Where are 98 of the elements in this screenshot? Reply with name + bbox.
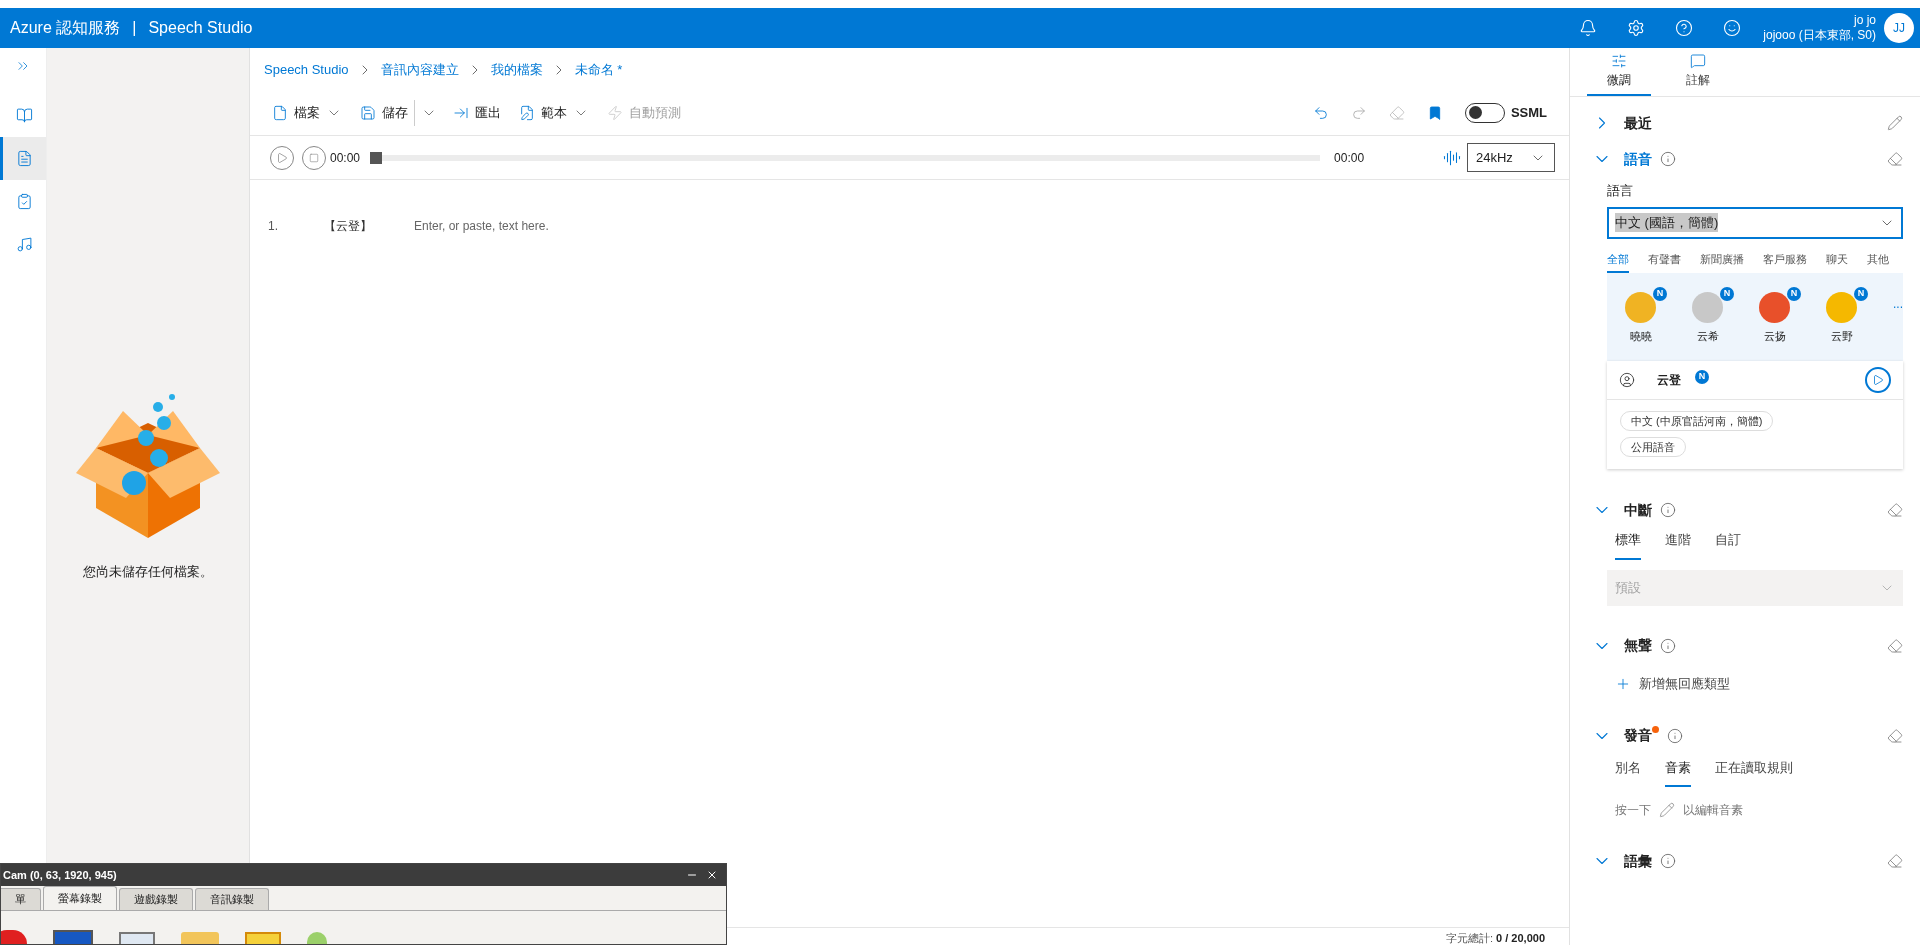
pencil-icon bbox=[1659, 802, 1675, 818]
brand-title[interactable]: Azure 認知服務 bbox=[10, 16, 121, 40]
eraser-icon[interactable] bbox=[1887, 727, 1903, 744]
info-icon[interactable] bbox=[1660, 853, 1676, 869]
ssml-toggle[interactable] bbox=[1464, 102, 1505, 123]
info-icon[interactable] bbox=[1667, 727, 1683, 744]
user-account: jojooo (日本東部, S0) bbox=[1763, 28, 1876, 43]
category-tab[interactable]: 有聲書 bbox=[1648, 250, 1681, 273]
category-tab[interactable]: 新聞廣播 bbox=[1700, 250, 1744, 273]
add-silence-type-button[interactable]: 新增無回應類型 bbox=[1615, 667, 1730, 700]
nav-icon bbox=[16, 193, 33, 210]
ssml-label: SSML bbox=[1510, 103, 1547, 122]
nav-icon bbox=[16, 107, 33, 124]
new-badge: N bbox=[1720, 287, 1734, 301]
character-count-label: 字元總計: bbox=[1446, 932, 1494, 945]
play-icon bbox=[276, 151, 288, 164]
feedback-icon[interactable] bbox=[1723, 19, 1742, 37]
breadcrumb-link[interactable]: 我的檔案 bbox=[490, 60, 543, 80]
breadcrumb-link[interactable]: 未命名 * bbox=[574, 60, 623, 80]
section-title: 語彙 bbox=[1624, 851, 1652, 871]
user-name: jo jo bbox=[1854, 13, 1876, 28]
play-icon bbox=[1872, 374, 1884, 386]
tab[interactable]: 別名 bbox=[1615, 757, 1641, 787]
toolbar-button[interactable]: 儲存 bbox=[356, 97, 412, 128]
title-separator: | bbox=[132, 18, 137, 38]
preview-play-button[interactable] bbox=[1865, 367, 1891, 393]
section-title: 最近 bbox=[1624, 113, 1652, 133]
recorder-tab[interactable]: 單 bbox=[1, 888, 41, 910]
toolbar-button[interactable]: 匯出 bbox=[449, 97, 505, 128]
sample-rate-dropdown[interactable]: 24kHz bbox=[1467, 143, 1555, 172]
hint-text: 以編輯音素 bbox=[1683, 802, 1743, 819]
toolbar-button[interactable]: 檔案 bbox=[268, 97, 346, 128]
breadcrumb-link[interactable]: 音訊內容建立 bbox=[380, 60, 459, 80]
breadcrumb-link[interactable]: Speech Studio bbox=[264, 60, 349, 80]
language-dropdown[interactable]: 中文 (國語，簡體) bbox=[1607, 206, 1903, 239]
chat-icon bbox=[1690, 53, 1706, 69]
stop-icon bbox=[309, 152, 319, 163]
section-title: 發音 bbox=[1624, 726, 1652, 745]
current-time: 00:00 bbox=[330, 149, 361, 167]
toolbar-icon bbox=[360, 104, 376, 121]
category-tab[interactable]: 客戶服務 bbox=[1763, 250, 1807, 273]
panel-tab[interactable]: 註解 bbox=[1666, 48, 1730, 96]
new-badge: N bbox=[1854, 287, 1868, 301]
empty-files-message: 您尚未儲存任何檔案。 bbox=[83, 563, 213, 581]
nav-icon bbox=[16, 236, 33, 253]
voice-name: 云登 bbox=[1657, 372, 1681, 389]
info-icon[interactable] bbox=[1660, 502, 1676, 518]
more-voices-button[interactable]: ... bbox=[1893, 295, 1903, 313]
notifications-icon[interactable] bbox=[1579, 19, 1598, 37]
toolbar-icon bbox=[272, 104, 288, 121]
user-avatar[interactable]: JJ bbox=[1884, 13, 1914, 43]
toolbar-icon bbox=[607, 104, 623, 121]
text-placeholder[interactable]: Enter, or paste, text here. bbox=[414, 217, 549, 235]
eraser-icon[interactable] bbox=[1887, 151, 1903, 167]
section-title: 語音 bbox=[1624, 149, 1652, 169]
toolbar-icon bbox=[519, 104, 535, 121]
undo-icon[interactable] bbox=[1312, 104, 1329, 121]
recorder-tab[interactable]: 螢幕錄製 bbox=[43, 886, 117, 910]
recorder-tab[interactable]: 遊戲錄製 bbox=[119, 888, 193, 910]
voice-option[interactable]: N 曉曉 bbox=[1625, 287, 1667, 345]
progress-thumb[interactable] bbox=[370, 151, 383, 164]
eraser-icon[interactable] bbox=[1887, 502, 1903, 518]
section-title: 無聲 bbox=[1624, 636, 1652, 655]
tab[interactable]: 正在讀取規則 bbox=[1715, 757, 1793, 787]
close-icon[interactable] bbox=[706, 869, 718, 881]
info-icon[interactable] bbox=[1660, 151, 1676, 167]
line-number: 1. bbox=[268, 218, 279, 235]
toolbar-button[interactable]: 範本 bbox=[515, 97, 593, 128]
voice-option[interactable]: N 云野 bbox=[1826, 287, 1868, 345]
panel-tab[interactable]: 微調 bbox=[1587, 48, 1651, 96]
category-tab[interactable]: 聊天 bbox=[1826, 250, 1848, 273]
window-title: Cam (0, 63, 1920, 945) bbox=[3, 867, 117, 883]
nav-icon bbox=[16, 150, 33, 167]
character-count: 0 / 20,000 bbox=[1496, 932, 1545, 945]
new-badge: N bbox=[1695, 370, 1709, 384]
nav-item[interactable] bbox=[0, 137, 46, 180]
settings-icon[interactable] bbox=[1627, 19, 1646, 37]
new-badge: N bbox=[1787, 287, 1801, 301]
product-title[interactable]: Speech Studio bbox=[148, 16, 253, 40]
eraser-icon[interactable] bbox=[1887, 637, 1903, 654]
person-icon bbox=[1619, 372, 1635, 388]
eraser-icon[interactable] bbox=[1887, 853, 1903, 869]
new-badge: N bbox=[1653, 287, 1667, 301]
sliders-icon bbox=[1611, 53, 1627, 69]
hint-text: 按一下 bbox=[1615, 802, 1651, 819]
recorder-tab[interactable]: 音訊錄製 bbox=[195, 888, 269, 910]
help-icon[interactable] bbox=[1675, 19, 1694, 37]
audio-settings-icon[interactable] bbox=[1443, 148, 1461, 167]
category-tab[interactable]: 其他 bbox=[1867, 250, 1889, 273]
tab[interactable]: 音素 bbox=[1665, 757, 1691, 787]
edit-icon[interactable] bbox=[1887, 115, 1903, 131]
section-title: 中斷 bbox=[1624, 500, 1652, 520]
voice-option[interactable]: N 云扬 bbox=[1759, 287, 1801, 345]
field-label: 語言 bbox=[1607, 182, 1634, 200]
info-icon[interactable] bbox=[1660, 637, 1676, 654]
voice-tag[interactable]: 【云登】 bbox=[324, 217, 414, 235]
voice-option[interactable]: N 云希 bbox=[1692, 287, 1734, 345]
total-time: 00:00 bbox=[1334, 149, 1365, 167]
